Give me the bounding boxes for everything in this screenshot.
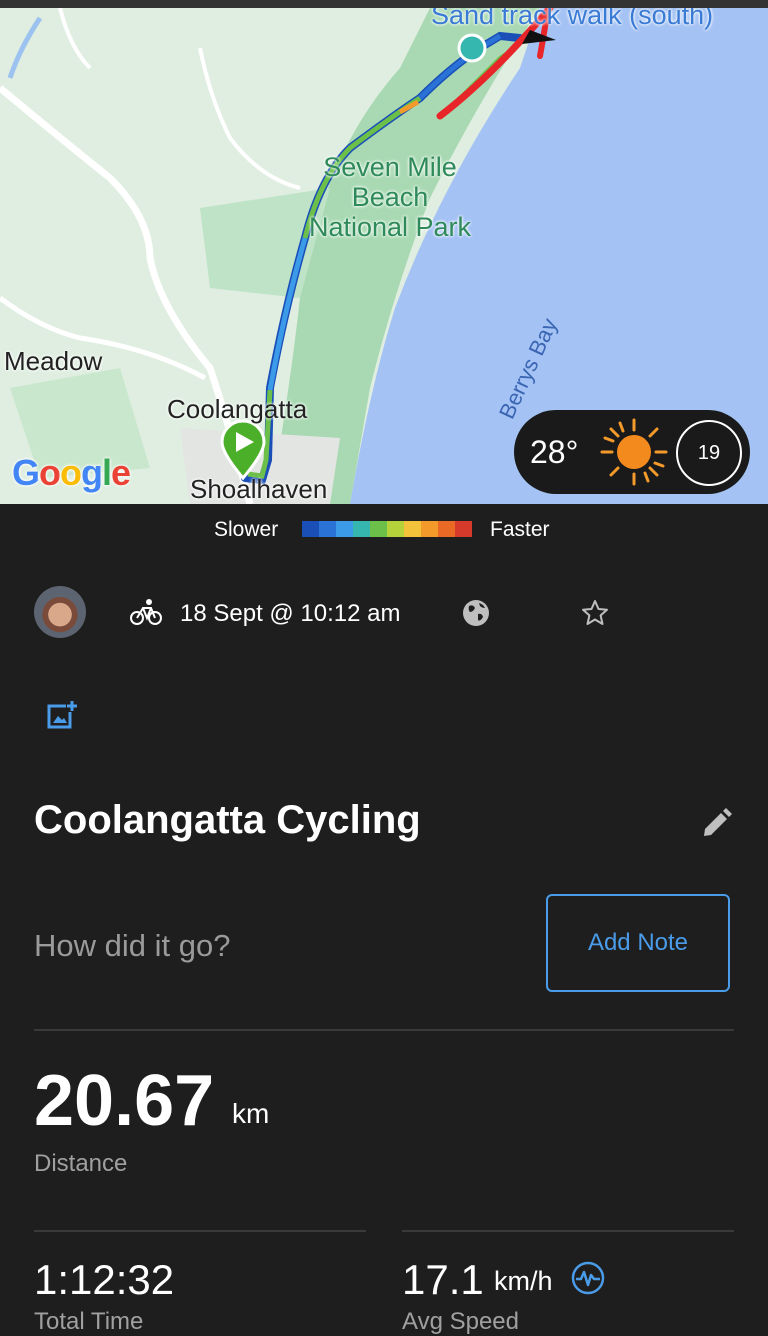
divider (34, 1029, 734, 1031)
map-label-sand-track: Sand track walk (south) (431, 8, 714, 30)
weather-badge[interactable]: 28° 19 (514, 410, 750, 494)
add-photo-icon[interactable] (46, 700, 78, 730)
legend-color-swatch (302, 521, 319, 537)
legend-faster: Faster (490, 518, 550, 541)
park-label-line1: Seven Mile (323, 152, 457, 182)
weather-temperature: 28° (530, 434, 579, 470)
park-label-line3: National Park (308, 212, 472, 242)
time-badge-value: 19 (697, 442, 721, 464)
activity-title: Coolangatta Cycling (34, 798, 421, 842)
divider (402, 1230, 734, 1232)
legend-slower: Slower (214, 518, 279, 541)
distance-label: Distance (34, 1150, 128, 1177)
legend-color-swatch (319, 521, 336, 537)
legend-gradient-bar (302, 521, 472, 537)
avg-speed-label: Avg Speed (402, 1308, 519, 1335)
map-label-town: Coolangatta (167, 394, 308, 424)
legend-color-swatch (387, 521, 404, 537)
route-map[interactable]: Sand track walk (south) Seven Mile Beach… (0, 8, 768, 504)
heart-rate-icon[interactable] (570, 1260, 606, 1296)
activity-date: 18 Sept @ 10:12 am (180, 600, 401, 627)
map-label-park: Seven Mile Beach National Park (300, 152, 480, 242)
legend-color-swatch (404, 521, 421, 537)
legend-color-swatch (438, 521, 455, 537)
time-badge: 19 (676, 420, 742, 486)
legend-color-swatch (421, 521, 438, 537)
distance-unit: km (232, 1098, 270, 1129)
note-prompt: How did it go? (34, 928, 231, 963)
legend-color-swatch (353, 521, 370, 537)
total-time-label: Total Time (34, 1308, 144, 1335)
map-label-meadow: Meadow (4, 346, 103, 376)
pencil-icon[interactable] (700, 808, 732, 840)
google-logo: Google (12, 452, 131, 493)
distance-value: 20.67 (34, 1061, 215, 1141)
legend-color-swatch (336, 521, 353, 537)
globe-icon[interactable] (461, 598, 491, 628)
park-label-line2: Beach (351, 182, 429, 212)
avatar[interactable] (34, 586, 86, 638)
star-icon[interactable] (580, 598, 610, 628)
activity-meta-row: 18 Sept @ 10:12 am (0, 586, 768, 642)
map-label-region: Shoalhaven (190, 474, 328, 504)
add-note-button[interactable]: Add Note (546, 894, 730, 992)
speed-legend: Slower Faster (0, 518, 768, 542)
avg-speed-unit: km/h (494, 1266, 553, 1296)
legend-color-swatch (370, 521, 387, 537)
status-bar-strip (0, 0, 768, 8)
bike-icon (130, 599, 162, 625)
divider (34, 1230, 366, 1232)
sun-icon (600, 418, 668, 486)
total-time-value: 1:12:32 (34, 1256, 175, 1303)
avg-speed-value: 17.1 (402, 1256, 484, 1303)
legend-color-swatch (455, 521, 472, 537)
